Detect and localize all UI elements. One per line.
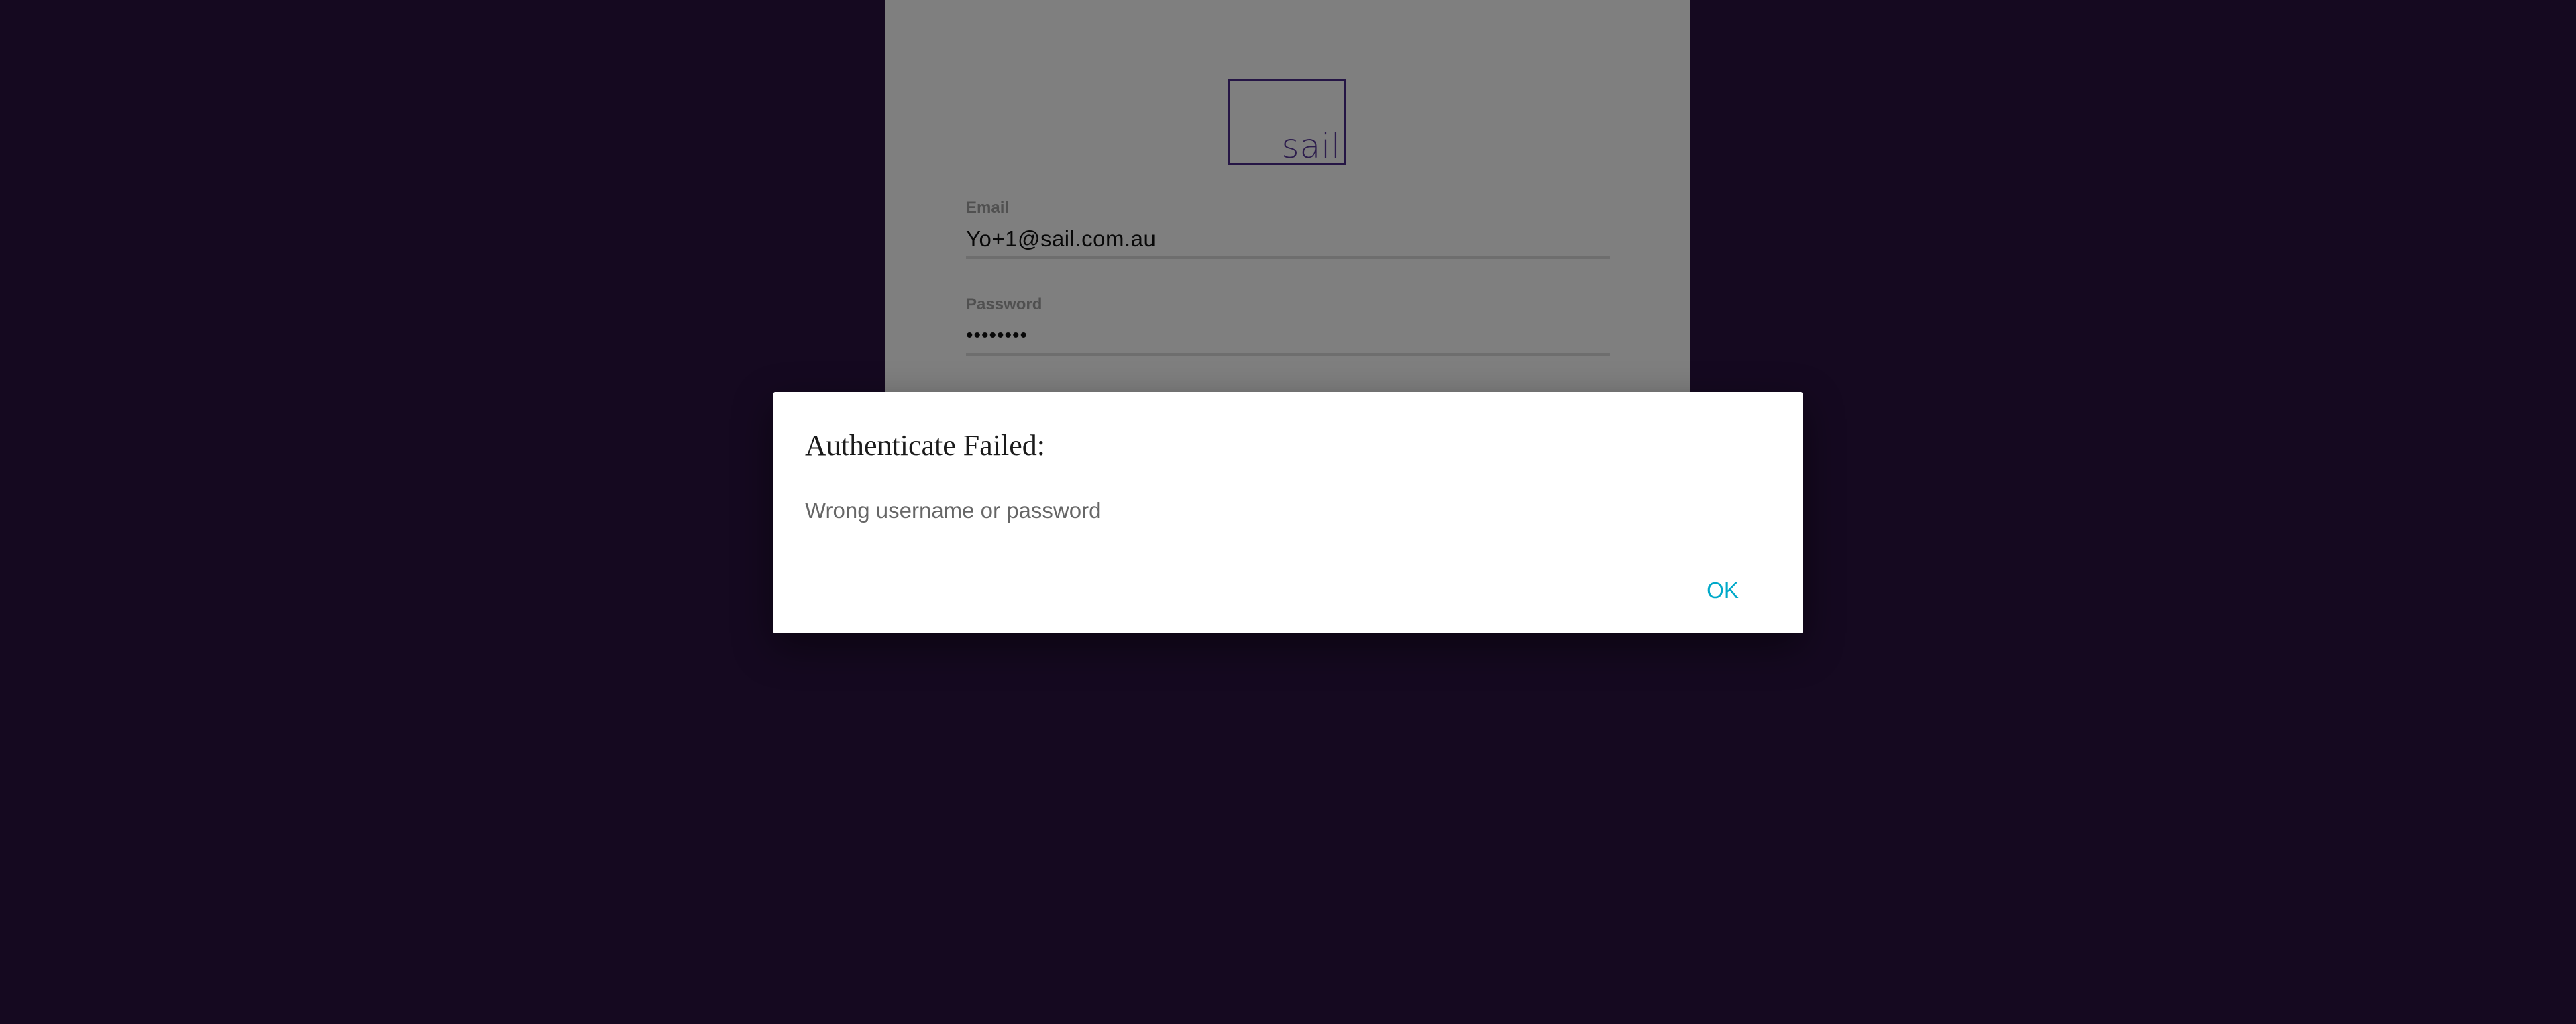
dialog-message: Wrong username or password	[805, 498, 1102, 523]
auth-failed-dialog: Authenticate Failed: Wrong username or p…	[773, 392, 1803, 633]
ok-button[interactable]: OK	[1682, 566, 1763, 615]
page: sail Email Yo+1@sail.com.au Password •••…	[0, 0, 2576, 1024]
dialog-title: Authenticate Failed:	[805, 429, 1045, 462]
